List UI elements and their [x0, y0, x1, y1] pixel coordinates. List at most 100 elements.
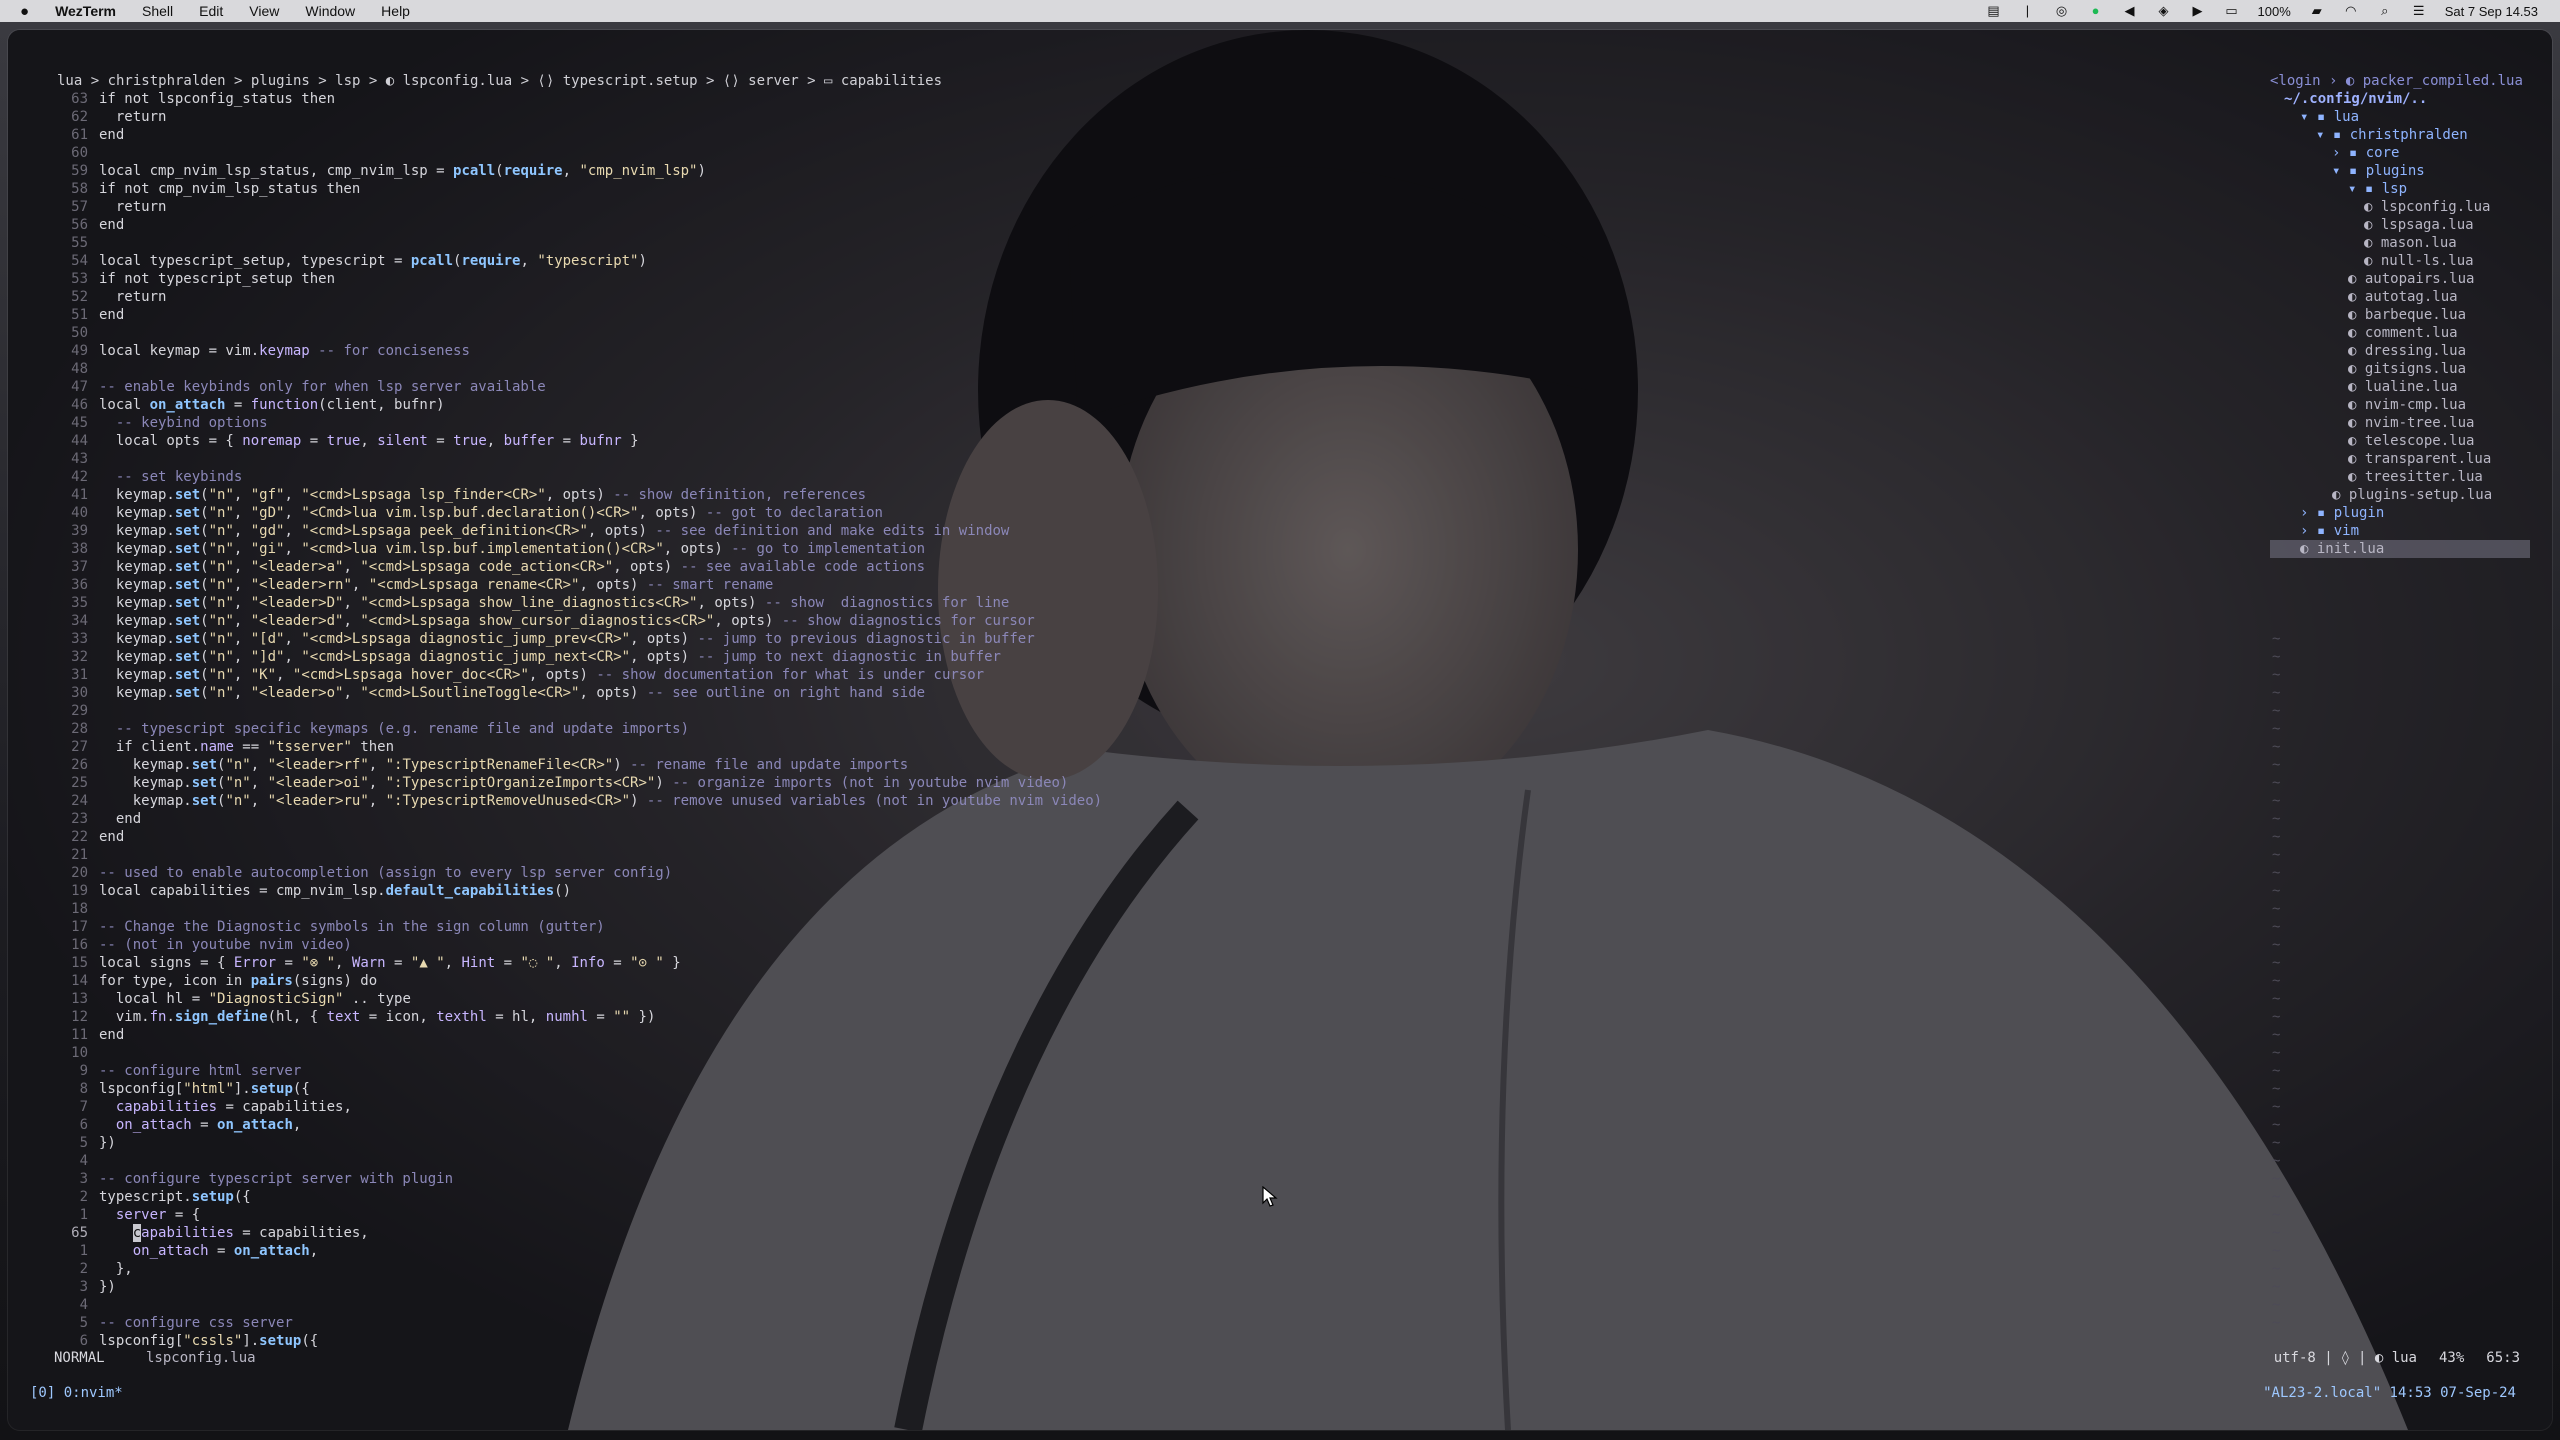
code-line[interactable]: 37 keymap. set("n", "<leader>a", "<cmd>Ls…: [42, 558, 2242, 576]
code-line[interactable]: 8 lspconfig["html"]. setup({: [42, 1080, 2242, 1098]
code-line[interactable]: 35 keymap. set("n", "<leader>D", "<cmd>Ls…: [42, 594, 2242, 612]
code-line[interactable]: 58 if not cmp_nvim_lsp_status then: [42, 180, 2242, 198]
code-line[interactable]: 3}): [42, 1278, 2242, 1296]
volume-icon[interactable]: ◀: [2122, 4, 2138, 18]
tree-file[interactable]: ◐ plugins-setup.lua: [2270, 486, 2530, 504]
code-line[interactable]: 15 local signs = { Error = "⊗ ", Warn = "…: [42, 954, 2242, 972]
code-line[interactable]: 9 -- configure html server: [42, 1062, 2242, 1080]
search-icon[interactable]: ⌕: [2377, 4, 2393, 18]
code-editor[interactable]: 63 if not lspconfig_status then 62 return 6…: [42, 90, 2242, 1350]
tree-file[interactable]: ◐ comment.lua: [2270, 324, 2530, 342]
code-line[interactable]: 60: [42, 144, 2242, 162]
apple-icon[interactable]: ●: [20, 3, 29, 20]
code-line[interactable]: 3 -- configure typescript server with plu…: [42, 1170, 2242, 1188]
code-line[interactable]: 31 keymap. set("n", "K", "<cmd>Lspsaga ho…: [42, 666, 2242, 684]
code-line[interactable]: 61 end: [42, 126, 2242, 144]
terminal-window[interactable]: lua > christphralden > plugins > lsp > ◐…: [8, 30, 2552, 1430]
tree-folder[interactable]: › ▪ vim: [2270, 522, 2530, 540]
code-line[interactable]: 2 },: [42, 1260, 2242, 1278]
tree-file[interactable]: ◐ gitsigns.lua: [2270, 360, 2530, 378]
code-line[interactable]: 39 keymap. set("n", "gd", "<cmd>Lspsaga p…: [42, 522, 2242, 540]
tree-file[interactable]: ◐ lspsaga.lua: [2270, 216, 2530, 234]
tree-file[interactable]: ◐ init.lua: [2270, 540, 2530, 558]
code-line[interactable]: 5}): [42, 1134, 2242, 1152]
tree-folder[interactable]: ▾ ▪ plugins: [2270, 162, 2530, 180]
menu-edit[interactable]: Edit: [199, 3, 223, 19]
code-line[interactable]: 41 keymap. set("n", "gf", "<cmd>Lspsaga l…: [42, 486, 2242, 504]
code-line[interactable]: 7 capabilities = capabilities,: [42, 1098, 2242, 1116]
code-line[interactable]: 45 -- keybind options: [42, 414, 2242, 432]
tree-folder[interactable]: ▾ ▪ lua: [2270, 108, 2530, 126]
shield-icon[interactable]: ◈: [2156, 4, 2172, 18]
code-line[interactable]: 6 lspconfig["cssls"]. setup({: [42, 1332, 2242, 1350]
code-line[interactable]: 51 end: [42, 306, 2242, 324]
code-line[interactable]: 29: [42, 702, 2242, 720]
code-line[interactable]: 10: [42, 1044, 2242, 1062]
tree-file[interactable]: ◐ null-ls.lua: [2270, 252, 2530, 270]
code-line[interactable]: 20 -- used to enable autocompletion (assi…: [42, 864, 2242, 882]
control-center-icon[interactable]: ☰: [2411, 4, 2427, 18]
wifi-icon[interactable]: ◠: [2343, 4, 2359, 18]
tree-file[interactable]: ◐ lualine.lua: [2270, 378, 2530, 396]
code-line[interactable]: 1 on_attach = on_attach,: [42, 1242, 2242, 1260]
menu-window[interactable]: Window: [305, 3, 355, 19]
menu-shell[interactable]: Shell: [142, 3, 173, 19]
code-line[interactable]: 6 on_attach = on_attach,: [42, 1116, 2242, 1134]
tree-file[interactable]: ◐ treesitter.lua: [2270, 468, 2530, 486]
code-line[interactable]: 40 keymap. set("n", "gD", "<Cmd>lua vim.l…: [42, 504, 2242, 522]
code-line[interactable]: 4: [42, 1152, 2242, 1170]
code-line[interactable]: 36 keymap. set("n", "<leader>rn", "<cmd>L…: [42, 576, 2242, 594]
code-line[interactable]: 16 -- (not in youtube nvim video): [42, 936, 2242, 954]
code-line[interactable]: 27 if client. name == "tsserver" then: [42, 738, 2242, 756]
code-line[interactable]: 53 if not typescript_setup then: [42, 270, 2242, 288]
code-line[interactable]: 34 keymap. set("n", "<leader>d", "<cmd>Ls…: [42, 612, 2242, 630]
code-line[interactable]: 55: [42, 234, 2242, 252]
tree-folder[interactable]: ▾ ▪ christphralden: [2270, 126, 2530, 144]
code-line[interactable]: 4: [42, 1296, 2242, 1314]
tree-folder[interactable]: ▾ ▪ lsp: [2270, 180, 2530, 198]
code-line[interactable]: 17 -- Change the Diagnostic symbols in th…: [42, 918, 2242, 936]
tree-file[interactable]: ◐ mason.lua: [2270, 234, 2530, 252]
tree-file[interactable]: ◐ telescope.lua: [2270, 432, 2530, 450]
code-line[interactable]: 62 return: [42, 108, 2242, 126]
menu-view[interactable]: View: [249, 3, 279, 19]
play-icon[interactable]: ▶: [2190, 4, 2206, 18]
code-line[interactable]: 43: [42, 450, 2242, 468]
code-line[interactable]: 22 end: [42, 828, 2242, 846]
code-line[interactable]: 30 keymap. set("n", "<leader>o", "<cmd>LS…: [42, 684, 2242, 702]
tree-file[interactable]: ◐ nvim-tree.lua: [2270, 414, 2530, 432]
tree-file[interactable]: ◐ transparent.lua: [2270, 450, 2530, 468]
tree-file[interactable]: ◐ autotag.lua: [2270, 288, 2530, 306]
code-line[interactable]: 65 c apabilities = capabilities,: [42, 1224, 2242, 1242]
code-line[interactable]: 1 server = {: [42, 1206, 2242, 1224]
status-menu-icon[interactable]: ▤: [1986, 4, 2002, 18]
code-line[interactable]: 19 local capabilities = cmp_nvim_lsp. defa…: [42, 882, 2242, 900]
display-icon[interactable]: ▭: [2224, 4, 2240, 18]
file-tree[interactable]: <login › ◐ packer_compiled.lua ~/.config…: [2270, 72, 2530, 558]
code-line[interactable]: 23 end: [42, 810, 2242, 828]
menu-app-name[interactable]: WezTerm: [55, 3, 116, 19]
code-line[interactable]: 47 -- enable keybinds only for when lsp s…: [42, 378, 2242, 396]
vpn-icon[interactable]: ◎: [2054, 4, 2070, 18]
code-line[interactable]: 24 keymap. set("n", "<leader>ru", ":Types…: [42, 792, 2242, 810]
code-line[interactable]: 26 keymap. set("n", "<leader>rf", ":Types…: [42, 756, 2242, 774]
tmux-window-list[interactable]: [0] 0:nvim*: [30, 1385, 123, 1401]
code-line[interactable]: 38 keymap. set("n", "gi", "<cmd>lua vim.l…: [42, 540, 2242, 558]
tree-folder[interactable]: › ▪ plugin: [2270, 504, 2530, 522]
code-line[interactable]: 56 end: [42, 216, 2242, 234]
code-line[interactable]: 11 end: [42, 1026, 2242, 1044]
code-line[interactable]: 49 local keymap = vim. keymap -- for conci…: [42, 342, 2242, 360]
code-line[interactable]: 59 local cmp_nvim_lsp_status, cmp_nvim_ls…: [42, 162, 2242, 180]
code-line[interactable]: 54 local typescript_setup, typescript = p…: [42, 252, 2242, 270]
spotify-icon[interactable]: ●: [2088, 4, 2104, 18]
tree-file[interactable]: ◐ lspconfig.lua: [2270, 198, 2530, 216]
tree-root-path[interactable]: ~/.config/nvim/..: [2270, 90, 2530, 108]
code-line[interactable]: 18: [42, 900, 2242, 918]
code-line[interactable]: 13 local hl = "DiagnosticSign" .. type: [42, 990, 2242, 1008]
tree-file[interactable]: ◐ autopairs.lua: [2270, 270, 2530, 288]
tree-file[interactable]: ◐ nvim-cmp.lua: [2270, 396, 2530, 414]
menu-clock[interactable]: Sat 7 Sep 14.53: [2445, 4, 2538, 19]
code-line[interactable]: 2 typescript. setup({: [42, 1188, 2242, 1206]
code-line[interactable]: 48: [42, 360, 2242, 378]
code-line[interactable]: 46 local on_attach = function (client, buf…: [42, 396, 2242, 414]
